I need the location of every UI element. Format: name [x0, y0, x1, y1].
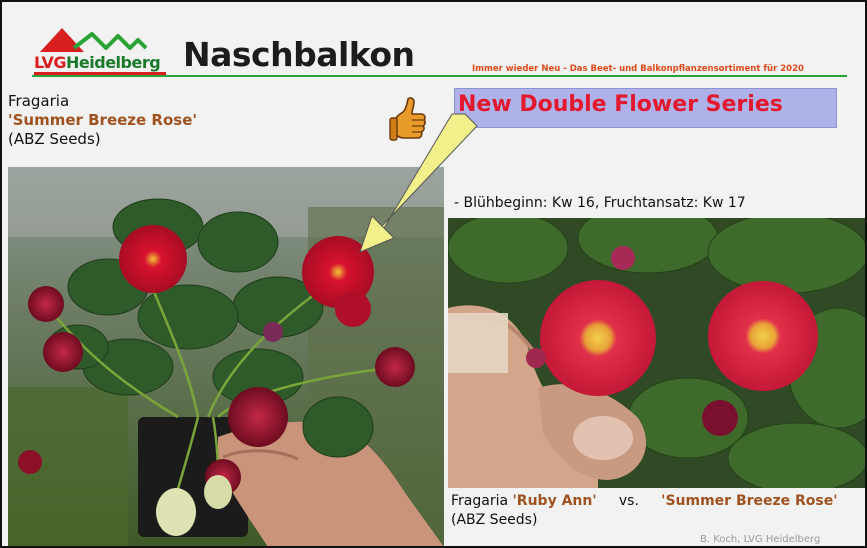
thumbs-up-icon — [389, 97, 426, 141]
photo-ruby-ann-comparison — [448, 218, 865, 488]
header-divider — [32, 75, 847, 77]
page-title: Naschbalkon — [183, 35, 415, 74]
logo-wordmark: LVGHeidelberg — [34, 53, 161, 72]
plant-cultivar: 'Summer Breeze Rose' — [8, 111, 197, 129]
caption-supplier: (ABZ Seeds) — [451, 512, 538, 528]
caption-cultivar-a: 'Ruby Ann' — [512, 493, 597, 509]
slide: LVGHeidelberg Naschbalkon Immer wieder N… — [0, 0, 867, 548]
caption-prefix: Fragaria — [451, 493, 513, 509]
logo-mountains-icon — [40, 28, 148, 52]
caption-cultivar-b: 'Summer Breeze Rose' — [661, 493, 838, 509]
tagline: Immer wieder Neu - Das Beet- und Balkonp… — [472, 64, 804, 74]
series-highlight-box: New Double Flower Series — [454, 88, 837, 128]
logo-lvg: LVG — [34, 53, 67, 72]
lvg-logo: LVGHeidelberg — [34, 26, 169, 76]
caption-line-1: Fragaria 'Ruby Ann' vs. 'Summer Breeze R… — [451, 492, 838, 510]
plant-supplier: (ABZ Seeds) — [8, 130, 101, 148]
bullet-bloom-info: - Blühbeginn: Kw 16, Fruchtansatz: Kw 17 — [454, 195, 746, 211]
caption-vs: vs. — [596, 493, 662, 509]
photo-summer-breeze-rose — [8, 167, 444, 546]
logo-heidelberg: Heidelberg — [66, 53, 161, 72]
series-highlight-text: New Double Flower Series — [458, 92, 783, 117]
plant-genus: Fragaria — [8, 92, 70, 110]
photo-credit: B. Koch, LVG Heidelberg — [700, 534, 821, 545]
